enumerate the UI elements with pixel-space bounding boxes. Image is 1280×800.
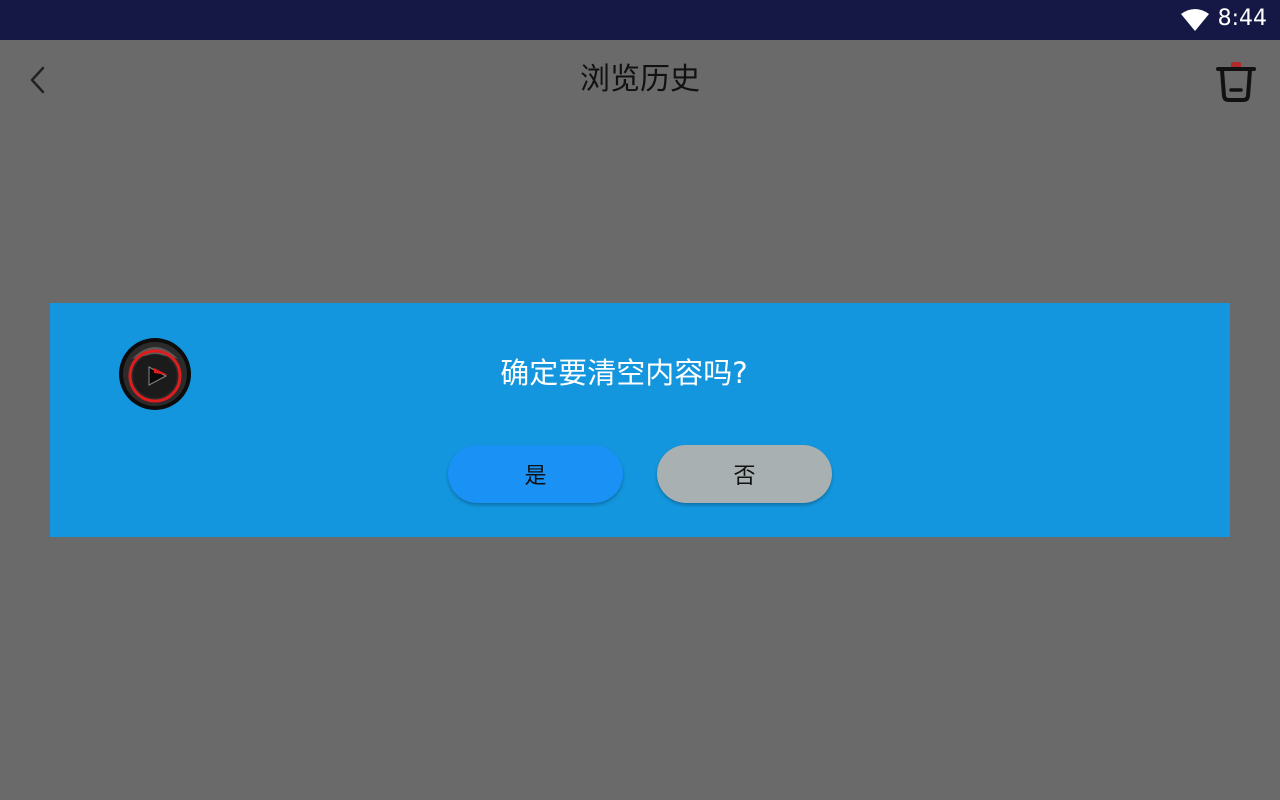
status-bar: 8:44 [0, 0, 1280, 40]
clear-confirm-dialog: 确定要清空内容吗? 是 否 [50, 303, 1230, 537]
app-bar: 浏览历史 [0, 40, 1280, 120]
page-title: 浏览历史 [580, 62, 700, 97]
dialog-message: 确定要清空内容吗? [500, 356, 748, 390]
cancel-button[interactable]: 否 [657, 445, 832, 503]
status-time: 8:44 [1217, 6, 1267, 31]
trash-icon [1216, 62, 1256, 102]
wifi-icon [1181, 9, 1209, 31]
confirm-button[interactable]: 是 [448, 445, 623, 503]
clear-history-button[interactable] [1214, 60, 1258, 104]
